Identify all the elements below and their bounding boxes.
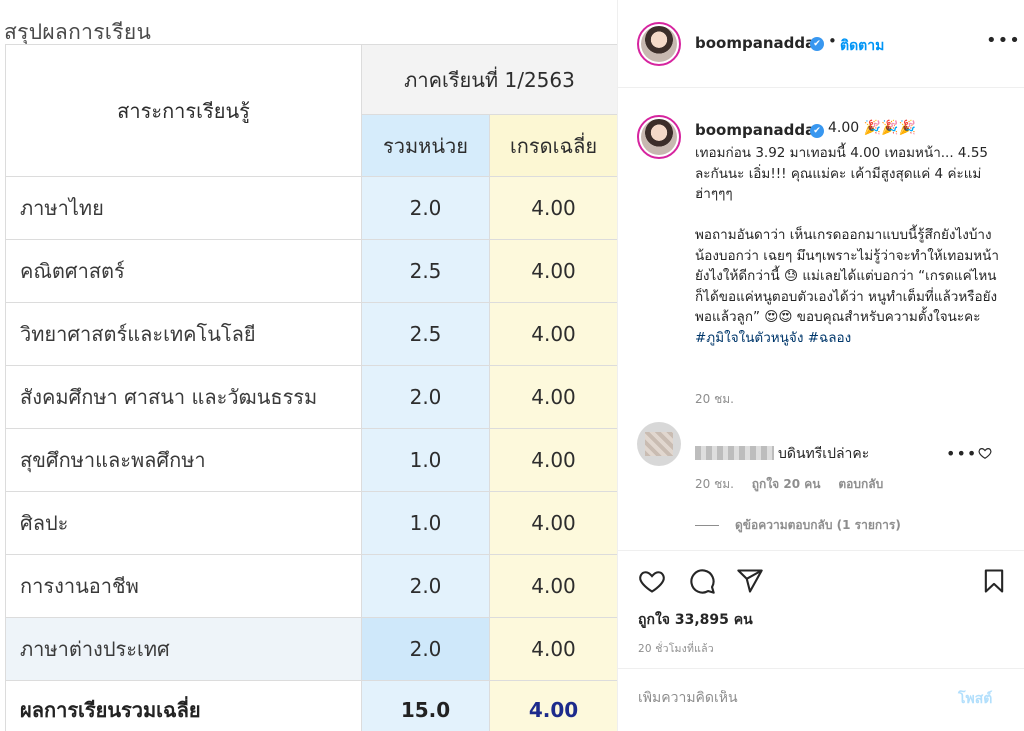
grade-value: 4.00 [488, 176, 617, 240]
table-row: สุขศึกษาและพลศึกษา 1.0 4.00 [5, 428, 617, 492]
reply-button[interactable]: ตอบกลับ [838, 477, 883, 491]
table-row: ภาษาต่างประเทศ 2.0 4.00 [5, 617, 617, 681]
units-value: 1.0 [361, 428, 490, 492]
grade-value: 4.00 [488, 491, 617, 555]
total-label: ผลการเรียนรวมเฉลี่ย [5, 680, 362, 731]
subject-name: การงานอาชีพ [5, 554, 362, 618]
replies-line [695, 525, 719, 526]
caption-timestamp[interactable]: 20 ชม. [695, 390, 734, 409]
grade-value: 4.00 [488, 365, 617, 429]
verified-badge-icon: ✔ [810, 124, 824, 138]
units-value: 2.5 [361, 302, 490, 366]
username-link[interactable]: boompanadda [695, 34, 815, 52]
table-row: สังคมศึกษา ศาสนา และวัฒนธรรม 2.0 4.00 [5, 365, 617, 429]
table-row: คณิตศาสตร์ 2.5 4.00 [5, 239, 617, 303]
units-value: 1.0 [361, 491, 490, 555]
avatar-image [641, 26, 677, 62]
caption-username-link[interactable]: boompanadda [695, 121, 815, 139]
caption-text: เทอมก่อน 3.92 มาเทอมนี้ 4.00 เทอมหน้า...… [695, 143, 1005, 348]
like-icon[interactable] [638, 567, 666, 595]
table-row: ภาษาไทย 2.0 4.00 [5, 176, 617, 240]
total-units: 15.0 [361, 680, 490, 731]
actions-divider [618, 550, 1024, 551]
grade-value: 4.00 [488, 617, 617, 681]
table-row: วิทยาศาสตร์และเทคโนโลยี 2.5 4.00 [5, 302, 617, 366]
follow-button[interactable]: ติดตาม [840, 35, 884, 57]
commenter-avatar[interactable] [637, 422, 681, 466]
units-value: 2.0 [361, 365, 490, 429]
commenter-username-blurred[interactable] [695, 446, 774, 460]
view-replies-label: ดูข้อความตอบกลับ (1 รายการ) [735, 518, 901, 532]
subject-name: วิทยาศาสตร์และเทคโนโลยี [5, 302, 362, 366]
total-grade: 4.00 [488, 680, 617, 731]
caption-avatar[interactable] [637, 115, 681, 159]
separator-dot: • [828, 32, 837, 50]
comment-more-icon[interactable]: ••• [946, 444, 977, 463]
grade-value: 4.00 [488, 302, 617, 366]
comment-text: บดินทรีเปล่าคะ [778, 446, 870, 462]
subject-column-header: สาระการเรียนรู้ [5, 44, 362, 177]
units-column-header: รวมหน่วย [361, 114, 490, 177]
grade-table: สาระการเรียนรู้ ภาคเรียนที่ 1/2563 รวมหน… [5, 44, 617, 731]
table-row: การงานอาชีพ 2.0 4.00 [5, 554, 617, 618]
bookmark-icon[interactable] [980, 567, 1008, 595]
subject-name: สุขศึกษาและพลศึกษา [5, 428, 362, 492]
term-header: ภาคเรียนที่ 1/2563 [360, 44, 617, 115]
table-row: ศิลปะ 1.0 4.00 [5, 491, 617, 555]
more-options-icon[interactable]: ••• [986, 30, 1021, 51]
subject-name: ศิลปะ [5, 491, 362, 555]
hashtag-links[interactable]: #ภูมิใจในตัวหนูจัง #ฉลอง [695, 330, 851, 346]
post-timestamp[interactable]: 20 ชั่วโมงที่แล้ว [638, 640, 714, 657]
comment-divider [618, 668, 1024, 669]
grade-value: 4.00 [488, 554, 617, 618]
post-header: boompanadda ✔ • ติดตาม ••• [618, 0, 1024, 88]
table-header-row: สาระการเรียนรู้ ภาคเรียนที่ 1/2563 [5, 44, 617, 177]
units-value: 2.0 [361, 176, 490, 240]
subject-name: สังคมศึกษา ศาสนา และวัฒนธรรม [5, 365, 362, 429]
subject-name: ภาษาไทย [5, 176, 362, 240]
caption-headline: 4.00 🎉🎉🎉 [828, 120, 916, 136]
caption-body: เทอมก่อน 3.92 มาเทอมนี้ 4.00 เทอมหน้า...… [695, 145, 999, 325]
view-replies-button[interactable]: ดูข้อความตอบกลับ (1 รายการ) [695, 516, 901, 535]
post-comment-button[interactable]: โพสต์ [958, 688, 992, 710]
share-icon[interactable] [736, 567, 764, 595]
grade-value: 4.00 [488, 428, 617, 492]
comment-meta: 20 ชม. ถูกใจ 20 คน ตอบกลับ [695, 475, 897, 494]
total-row: ผลการเรียนรวมเฉลี่ย 15.0 4.00 [5, 680, 617, 731]
comment-icon[interactable] [688, 567, 716, 595]
post-image[interactable]: สรุปผลการเรียน สาระการเรียนรู้ ภาคเรียนท… [0, 0, 617, 731]
units-value: 2.5 [361, 239, 490, 303]
verified-badge-icon: ✔ [810, 37, 824, 51]
post-panel: boompanadda ✔ • ติดตาม ••• boompanadda ✔… [617, 0, 1024, 731]
comment-likes[interactable]: ถูกใจ 20 คน [752, 477, 821, 491]
grade-value: 4.00 [488, 239, 617, 303]
avatar-image [641, 119, 677, 155]
subject-name: คณิตศาสตร์ [5, 239, 362, 303]
units-value: 2.0 [361, 554, 490, 618]
comment-input[interactable] [638, 690, 938, 706]
units-value: 2.0 [361, 617, 490, 681]
subject-name: ภาษาต่างประเทศ [5, 617, 362, 681]
likes-count[interactable]: ถูกใจ 33,895 คน [638, 609, 753, 631]
comment-like-icon[interactable] [978, 446, 992, 460]
grade-column-header: เกรดเฉลี่ย [488, 114, 617, 177]
comment-time[interactable]: 20 ชม. [695, 477, 734, 491]
avatar[interactable] [637, 22, 681, 66]
